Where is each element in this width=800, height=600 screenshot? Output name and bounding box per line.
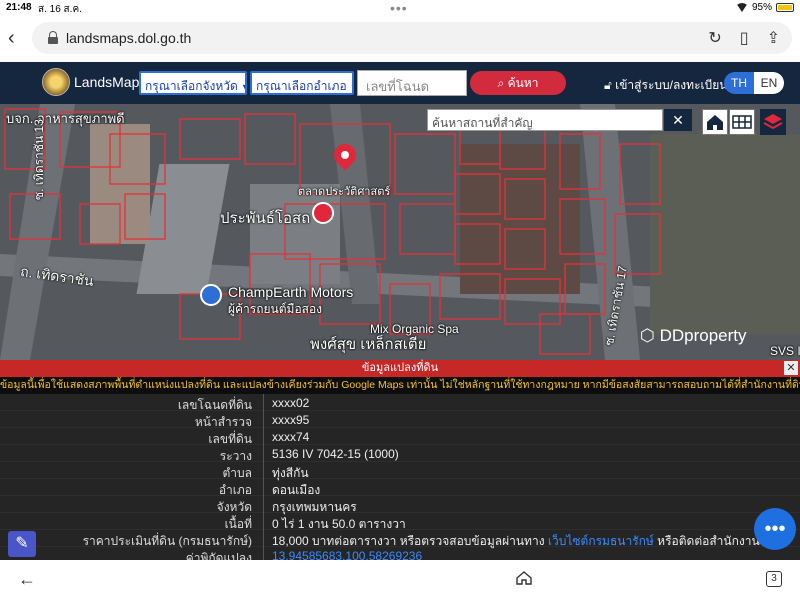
grid-view-button[interactable] [729, 109, 755, 135]
share-icon[interactable]: ⇪ [767, 28, 780, 48]
disclaimer-notice: ข้อมูลนี้เพื่อใช้แสดงสภาพพื้นที่ตำแหน่งแ… [0, 377, 800, 394]
place-search-clear-button[interactable]: ✕ [664, 109, 692, 131]
close-icon: ✕ [786, 362, 796, 374]
table-row: อำเภอ ดอนเมือง [0, 479, 800, 497]
district-select[interactable]: กรุณาเลือกอำเภอ▼ [250, 71, 354, 95]
lang-en-button[interactable]: EN [754, 72, 784, 94]
url-text[interactable]: landsmaps.dol.go.th [66, 30, 191, 46]
parcel-info-table: เลขโฉนดที่ดิน xxxx02 หน้าสำรวจ xxxx95 เลขท… [0, 394, 800, 560]
map-label-poi-1: ประพันธ์โอสถ [220, 210, 311, 227]
table-row: หน้าสำรวจ xxxx95 [0, 411, 800, 429]
parcel-panel-title: ข้อมูลแปลงที่ดิน [361, 362, 439, 374]
status-time: 21:48 [6, 2, 32, 13]
map-label-road-1: ซ. เทิดราชัน 13 [32, 119, 46, 200]
pharmacy-poi-icon[interactable] [312, 202, 334, 224]
table-row: เลขโฉนดที่ดิน xxxx02 [0, 394, 800, 412]
tab-switcher-button[interactable]: 3 [766, 571, 782, 587]
layers-icon [763, 114, 783, 130]
map-label-poi-2-sub: ผู้ค้ารถยนต์มือสอง [228, 302, 323, 316]
browser-toolbar: ‹ landsmaps.dol.go.th ↻ ▯ ⇪ [0, 17, 800, 62]
app-navbar: LandsMaps กรุณาเลือกจังหวัด▼ กรุณาเลือกอ… [0, 62, 800, 104]
battery-percent: 95% [751, 2, 772, 13]
table-row: ตำบล ทุ่งสีกัน [0, 462, 800, 480]
search-button-label: ค้นหา [507, 76, 539, 90]
coordinate-link[interactable]: 13.94585683,100.58269236 [272, 549, 422, 560]
lock-icon: 🔓︎ [604, 78, 616, 92]
row-value: 13.94585683,100.58269236 [272, 549, 422, 560]
status-date: ส. 16 ส.ค. [38, 4, 82, 15]
map-canvas[interactable]: ค้นหาสถานที่สำคัญ ✕ บจก. อาหารสุขภาพดี ต… [0, 104, 800, 360]
reload-icon[interactable]: ↻ [708, 28, 721, 48]
login-label: เข้าสู่ระบบ/ลงทะเบียน [615, 78, 728, 92]
table-row: ราคาประเมินที่ดิน (กรมธนารักษ์) 18,000 บ… [0, 530, 800, 548]
row-value: xxxx74 [272, 430, 310, 444]
lock-icon [48, 31, 58, 44]
lang-th-button[interactable]: TH [724, 72, 754, 94]
battery-icon [776, 3, 794, 12]
close-icon: ✕ [672, 112, 684, 128]
district-select-label: กรุณาเลือกอำเภอ [256, 79, 347, 93]
row-key: ค่าพิกัดแปลง [185, 551, 252, 560]
landsmaps-logo[interactable] [42, 68, 70, 96]
layers-button[interactable] [760, 109, 786, 135]
more-options-button[interactable]: ••• [754, 508, 796, 550]
deed-number-input[interactable]: เลขที่โฉนด [357, 70, 467, 96]
ddproperty-watermark: ⬡ DDproperty [640, 326, 747, 346]
map-label-corner: SVS I [770, 344, 800, 358]
table-row: เลขที่ดิน xxxx74 [0, 428, 800, 446]
map-label-bottom-center-2: Mix Organic Spa [370, 322, 459, 336]
search-icon: ⌕ [497, 76, 508, 90]
map-label-pin-area: ตลาดประวัติศาสตร์ [298, 186, 391, 198]
multitask-dots-icon[interactable]: ••• [390, 0, 408, 16]
province-select[interactable]: กรุณาเลือกจังหวัด▼ [139, 71, 247, 95]
ddproperty-logo-icon: ⬡ [640, 326, 660, 345]
browser-bottom-bar: ← 3 [0, 560, 800, 600]
home-view-button[interactable] [702, 109, 728, 135]
place-search-input[interactable]: ค้นหาสถานที่สำคัญ [427, 109, 663, 131]
table-row: เนื้อที่ 0 ไร่ 1 งาน 50.0 ตารางวา [0, 513, 800, 531]
row-value: 5136 IV 7042-15 (1000) [272, 447, 399, 461]
wifi-icon [735, 3, 748, 12]
status-right: 95% [735, 2, 794, 13]
home-icon [707, 115, 723, 130]
parcel-panel-header: ข้อมูลแปลงที่ดิน ✕ [0, 360, 800, 377]
row-value: xxxx02 [272, 396, 310, 410]
treasury-link[interactable]: เว็บไซต์กรมธนารักษ์ [548, 534, 654, 548]
address-bar[interactable]: landsmaps.dol.go.th ↻ ▯ ⇪ [32, 22, 792, 54]
home-icon[interactable] [516, 571, 532, 585]
search-button[interactable]: ⌕ ค้นหา [470, 71, 566, 95]
more-dots-icon: ••• [764, 518, 786, 540]
ruler-icon: ✎ [15, 535, 29, 552]
map-label-company: บจก. อาหารสุขภาพดี [6, 111, 125, 126]
table-row: ค่าพิกัดแปลง 13.94585683,100.58269236 [0, 547, 800, 560]
chevron-down-icon: ▼ [350, 82, 352, 92]
province-select-label: กรุณาเลือกจังหวัด [145, 79, 238, 93]
map-label-poi-2: ChampEarth Motors [228, 284, 354, 300]
row-value: xxxx95 [272, 413, 310, 427]
table-row: ระวาง 5136 IV 7042-15 (1000) [0, 445, 800, 463]
browser-back-arrow-icon[interactable]: ← [18, 569, 36, 590]
status-bar: 21:48 ส. 16 ส.ค. ••• 95% [0, 0, 800, 17]
car-dealer-poi-icon[interactable] [200, 284, 222, 306]
chevron-down-icon: ▼ [241, 82, 245, 92]
browser-back-icon[interactable]: ‹ [8, 27, 15, 50]
close-panel-button[interactable]: ✕ [784, 361, 798, 375]
login-link[interactable]: 🔓︎ เข้าสู่ระบบ/ลงทะเบียน [604, 76, 727, 95]
app-name[interactable]: LandsMaps [74, 74, 146, 90]
measure-tool-button[interactable]: ✎ [8, 531, 36, 557]
price-text: 18,000 บาทต่อตารางวา หรือตรวจสอบข้อมูลผ่… [272, 534, 548, 548]
table-row: จังหวัด กรุงเทพมหานคร [0, 496, 800, 514]
ddproperty-label: DDproperty [659, 326, 747, 345]
grid-icon [732, 115, 752, 129]
bookmark-icon[interactable]: ▯ [740, 28, 749, 48]
